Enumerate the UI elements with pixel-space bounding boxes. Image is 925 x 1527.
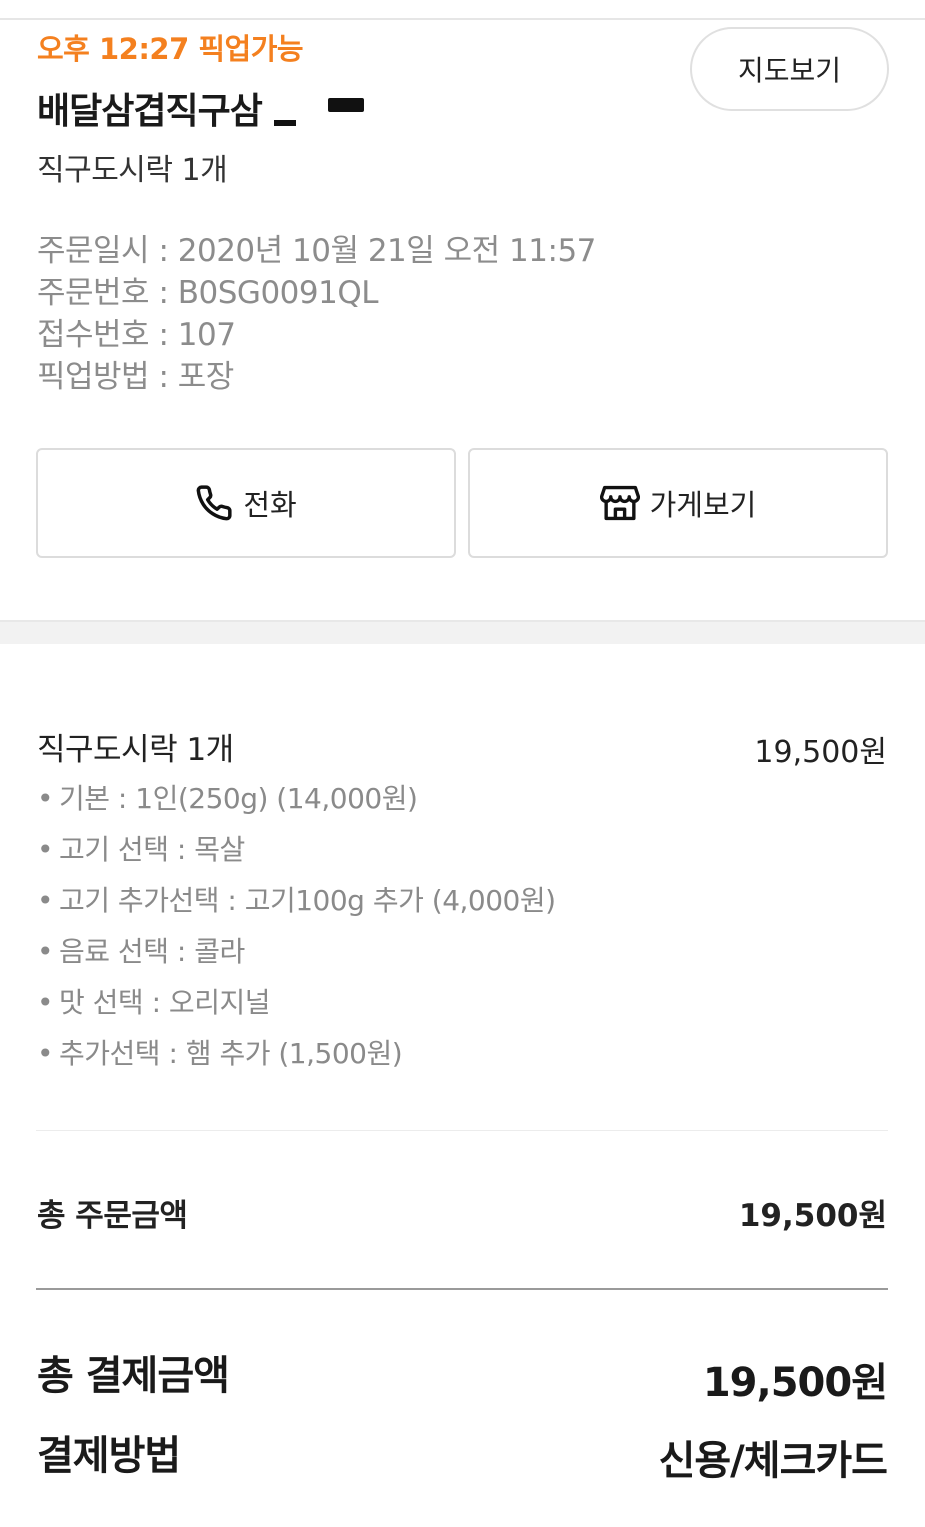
payment-total-value: 19,500원 [702, 1360, 888, 1406]
list-item: • 추가선택 : 햄 추가 (1,500원) [37, 1031, 556, 1082]
store-name: 배달삼겹직구삼 [37, 82, 364, 134]
order-total-value: 19,500원 [738, 1198, 887, 1234]
list-item: • 맛 선택 : 오리지널 [37, 980, 556, 1031]
pickup-method-row: 픽업방법 : 포장 [37, 356, 596, 398]
option-text: 고기 추가선택 : 고기100g 추가 (4,000원) [59, 884, 556, 917]
view-store-button[interactable]: 가게보기 [468, 448, 888, 558]
order-total-label: 총 주문금액 [37, 1198, 188, 1234]
receipt-number-label: 접수번호 [37, 317, 150, 353]
divider [36, 1130, 888, 1131]
list-item: • 음료 선택 : 콜라 [37, 929, 556, 980]
list-item: • 기본 : 1인(250g) (14,000원) [37, 776, 556, 827]
bullet: • [37, 833, 54, 866]
option-text: 기본 : 1인(250g) (14,000원) [59, 782, 418, 815]
option-text: 고기 선택 : 목살 [59, 833, 245, 866]
payment-total-label: 총 결제금액 [37, 1353, 230, 1399]
order-date-label: 주문일시 [37, 233, 150, 269]
separator: : [149, 317, 178, 353]
top-divider [0, 18, 925, 20]
receipt-number-value: 107 [177, 317, 236, 353]
view-store-label: 가게보기 [649, 488, 757, 522]
redaction-mark [327, 98, 364, 112]
payment-method-value: 신용/체크카드 [658, 1438, 888, 1484]
separator: : [149, 359, 178, 395]
bullet: • [37, 935, 54, 968]
order-date-row: 주문일시 : 2020년 10월 21일 오전 11:57 [37, 230, 596, 272]
view-map-button[interactable]: 지도보기 [690, 27, 889, 111]
item-price: 19,500원 [754, 735, 887, 770]
store-icon [599, 484, 640, 522]
pickup-method-label: 픽업방법 [37, 359, 150, 395]
bullet: • [37, 1037, 54, 1070]
store-name-text: 배달삼겹직구삼 [37, 91, 263, 132]
redaction-mark [273, 120, 296, 126]
call-button-label: 전화 [243, 488, 297, 522]
list-item: • 고기 추가선택 : 고기100g 추가 (4,000원) [37, 878, 556, 929]
list-item: • 고기 선택 : 목살 [37, 827, 556, 878]
order-summary: 직구도시락 1개 [37, 153, 228, 188]
divider [36, 1288, 888, 1290]
order-info-list: 주문일시 : 2020년 10월 21일 오전 11:57 주문번호 : B0S… [37, 230, 596, 398]
option-text: 음료 선택 : 콜라 [59, 935, 245, 968]
order-number-value: B0SG0091QL [177, 275, 379, 311]
item-title: 직구도시락 1개 [37, 732, 234, 768]
option-text: 추가선택 : 햄 추가 (1,500원) [59, 1037, 403, 1070]
bullet: • [37, 884, 54, 917]
separator: : [149, 233, 178, 269]
order-date-value: 2020년 10월 21일 오전 11:57 [177, 233, 597, 269]
order-number-row: 주문번호 : B0SG0091QL [37, 272, 596, 314]
order-number-label: 주문번호 [37, 275, 150, 311]
separator: : [149, 275, 178, 311]
pickup-status: 오후 12:27 픽업가능 [37, 32, 304, 66]
payment-method-label: 결제방법 [37, 1433, 181, 1479]
item-option-list: • 기본 : 1인(250g) (14,000원) • 고기 선택 : 목살 • 고기… [37, 776, 556, 1082]
pickup-method-value: 포장 [177, 359, 235, 395]
bullet: • [37, 782, 54, 815]
phone-icon [195, 484, 233, 522]
option-text: 맛 선택 : 오리지널 [59, 986, 270, 1019]
call-button[interactable]: 전화 [36, 448, 456, 558]
section-divider [0, 620, 925, 644]
receipt-number-row: 접수번호 : 107 [37, 314, 596, 356]
bullet: • [37, 986, 54, 1019]
